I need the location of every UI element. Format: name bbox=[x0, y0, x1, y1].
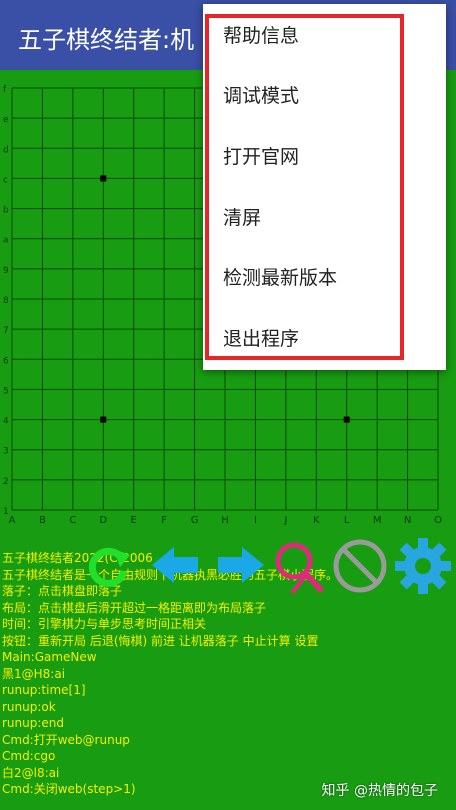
col-label: I bbox=[254, 515, 257, 526]
restart-button[interactable] bbox=[78, 535, 138, 597]
menu-item-check-update[interactable]: 检测最新版本 bbox=[223, 258, 337, 298]
arrow-left-icon bbox=[152, 547, 198, 583]
col-label: C bbox=[69, 515, 76, 526]
app-title: 五子棋终结者:机 bbox=[18, 26, 195, 54]
col-label: L bbox=[344, 515, 350, 526]
log-line: Cmd:打开web@runup bbox=[2, 732, 130, 747]
col-label: J bbox=[283, 515, 287, 526]
watermark: 知乎 @热情的包子 bbox=[321, 783, 438, 799]
col-label: F bbox=[161, 515, 167, 526]
col-label: B bbox=[39, 515, 46, 526]
menu-item-open-website[interactable]: 打开官网 bbox=[223, 137, 299, 177]
col-label: N bbox=[404, 515, 411, 526]
search-icon bbox=[275, 542, 325, 595]
star-point bbox=[100, 416, 107, 423]
col-label: G bbox=[191, 515, 199, 526]
row-label: c bbox=[3, 175, 8, 185]
row-label: d bbox=[3, 145, 9, 155]
menu-item-debug-mode[interactable]: 调试模式 bbox=[223, 76, 299, 116]
col-label: K bbox=[313, 515, 320, 526]
log-line: 时间：引擎棋力与单步思考时间正相关 bbox=[2, 617, 207, 631]
row-label: 1 bbox=[3, 507, 9, 517]
row-label: 8 bbox=[3, 296, 9, 306]
refresh-icon bbox=[88, 547, 130, 587]
col-label: H bbox=[221, 515, 229, 526]
col-label: O bbox=[434, 515, 442, 526]
row-label: 3 bbox=[3, 447, 9, 457]
settings-button[interactable] bbox=[392, 535, 452, 597]
row-label: f bbox=[3, 85, 7, 95]
row-label: 7 bbox=[3, 326, 9, 336]
log-line: Main:GameNew bbox=[2, 650, 97, 664]
col-label: E bbox=[131, 515, 137, 526]
game-toolbar bbox=[0, 535, 456, 597]
stop-button[interactable] bbox=[330, 535, 390, 597]
arrow-right-icon bbox=[218, 547, 264, 583]
undo-button[interactable] bbox=[148, 535, 208, 597]
log-line: runup:time[1] bbox=[2, 683, 86, 697]
prohibit-icon bbox=[333, 539, 387, 593]
log-line: runup:ok bbox=[2, 699, 56, 714]
menu-item-exit[interactable]: 退出程序 bbox=[223, 319, 299, 359]
row-label: 4 bbox=[3, 417, 9, 427]
log-line: 布局：点击棋盘后滑开超过一格距离即为布局落子 bbox=[2, 600, 267, 615]
log-line: 黑1@H8:ai bbox=[2, 666, 66, 681]
gear-icon bbox=[395, 538, 451, 594]
row-label: b bbox=[3, 206, 9, 216]
col-label: D bbox=[99, 515, 107, 526]
col-label: A bbox=[9, 515, 16, 526]
menu-item-help[interactable]: 帮助信息 bbox=[223, 16, 299, 56]
log-line: 按钮：重新开局 后退(悔棋) 前进 让机器落子 中止计算 设置 bbox=[2, 633, 319, 648]
row-label: e bbox=[3, 115, 9, 125]
star-point bbox=[343, 416, 350, 423]
overflow-menu: 帮助信息 调试模式 打开官网 清屏 检测最新版本 退出程序 bbox=[203, 4, 446, 370]
row-label: 5 bbox=[3, 386, 9, 396]
row-label: 6 bbox=[3, 356, 9, 366]
row-label: a bbox=[3, 236, 9, 246]
col-label: M bbox=[373, 515, 382, 526]
row-label: 9 bbox=[3, 266, 9, 276]
redo-button[interactable] bbox=[208, 535, 268, 597]
log-line: runup:end bbox=[2, 716, 65, 730]
log-line: 白2@l8:ai bbox=[2, 765, 60, 780]
log-line: Cmd:cgo bbox=[2, 749, 56, 763]
menu-item-clear-screen[interactable]: 清屏 bbox=[223, 198, 261, 238]
ai-move-button[interactable] bbox=[270, 535, 330, 597]
star-point bbox=[100, 175, 107, 182]
row-label: 2 bbox=[3, 477, 9, 487]
